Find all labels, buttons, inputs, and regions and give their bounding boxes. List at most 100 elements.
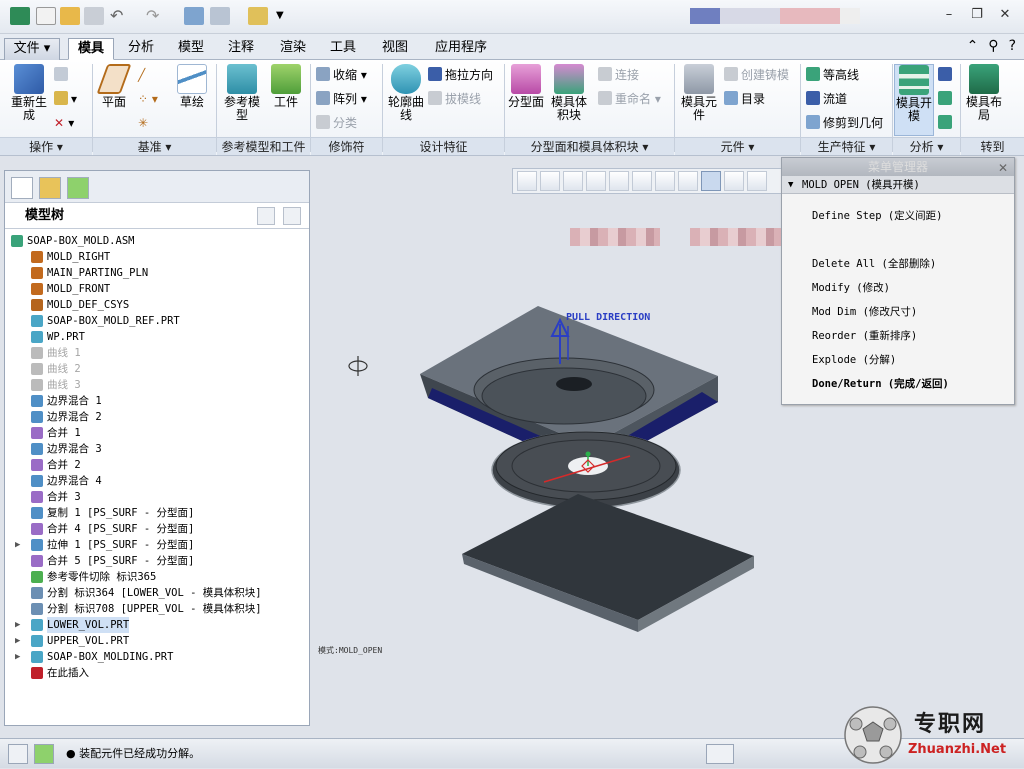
tree-node[interactable]: 合并 4 [PS_SURF - 分型面]	[5, 521, 309, 537]
regenerate-small-icon[interactable]	[184, 7, 204, 25]
tab-tools[interactable]: 工具	[320, 38, 366, 60]
analysis-tool-3[interactable]	[938, 114, 955, 132]
browser-toggle-icon[interactable]	[34, 744, 54, 764]
menu-item-explode[interactable]: Explode (分解)	[812, 352, 896, 367]
display-style-icon[interactable]	[609, 171, 629, 191]
tree-node[interactable]: 复制 1 [PS_SURF - 分型面]	[5, 505, 309, 521]
lower-mold-plate[interactable]	[462, 494, 754, 632]
tree-node[interactable]: ▶ LOWER_VOL.PRT	[5, 617, 309, 633]
point-button[interactable]: ⁘ ▾	[138, 90, 158, 108]
tree-node[interactable]: 边界混合 1	[5, 393, 309, 409]
tree-node[interactable]: 在此插入	[5, 665, 309, 681]
expand-arrow-icon[interactable]: ▶	[15, 633, 20, 649]
expand-arrow-icon[interactable]: ▶	[15, 537, 20, 553]
model-tree-tab-icon[interactable]	[11, 177, 33, 199]
menu-manager-header[interactable]: ▼ MOLD OPEN (模具开模)	[782, 176, 1014, 194]
plane-button[interactable]: 平面	[96, 64, 132, 109]
tree-node[interactable]: MOLD_RIGHT	[5, 249, 309, 265]
analysis-tool-1[interactable]	[938, 66, 955, 84]
pattern-button[interactable]: 阵列 ▾	[316, 90, 367, 108]
windows-icon[interactable]	[210, 7, 230, 25]
restore-icon[interactable]: ❐	[970, 8, 984, 22]
molded-part[interactable]	[491, 431, 681, 509]
tree-node[interactable]: 合并 3	[5, 489, 309, 505]
tree-node[interactable]: SOAP-BOX_MOLD.ASM	[5, 233, 309, 249]
mold-layout-button[interactable]: 模具布局	[964, 64, 1004, 122]
tree-node[interactable]: MAIN_PARTING_PLN	[5, 265, 309, 281]
zoom-out-icon[interactable]	[563, 171, 583, 191]
tree-node[interactable]: 合并 2	[5, 457, 309, 473]
drag-direction-button[interactable]: 拖拉方向	[428, 66, 493, 84]
tab-applications[interactable]: 应用程序	[424, 38, 498, 60]
runner-button[interactable]: 流道	[806, 90, 847, 108]
tree-node[interactable]: MOLD_FRONT	[5, 281, 309, 297]
tab-model[interactable]: 模型	[168, 38, 214, 60]
tree-node[interactable]: 参考零件切除 标识365	[5, 569, 309, 585]
tree-node[interactable]: 曲线 1	[5, 345, 309, 361]
folder-browser-tab-icon[interactable]	[39, 177, 61, 199]
tree-node[interactable]: ▶ SOAP-BOX_MOLDING.PRT	[5, 649, 309, 665]
datum-display-icon[interactable]	[678, 171, 698, 191]
search-icon[interactable]: ⚲	[988, 38, 998, 54]
tree-node[interactable]: 分割 标识708 [UPPER_VOL - 模具体积块]	[5, 601, 309, 617]
tree-node[interactable]: MOLD_DEF_CSYS	[5, 297, 309, 313]
create-casting-button[interactable]: 创建铸模	[724, 66, 789, 84]
appearance-icon[interactable]	[747, 171, 767, 191]
axis-button[interactable]: ╱	[138, 66, 145, 84]
group-components[interactable]: 元件 ▾	[675, 137, 800, 155]
tree-node[interactable]: SOAP-BOX_MOLD_REF.PRT	[5, 313, 309, 329]
tree-node[interactable]: 合并 5 [PS_SURF - 分型面]	[5, 553, 309, 569]
expand-arrow-icon[interactable]: ▶	[15, 649, 20, 665]
view-manager-icon[interactable]	[655, 171, 675, 191]
zoom-in-icon[interactable]	[540, 171, 560, 191]
menu-item-modify[interactable]: Modify (修改)	[812, 280, 890, 295]
tree-node[interactable]: 边界混合 2	[5, 409, 309, 425]
saved-views-icon[interactable]	[632, 171, 652, 191]
menu-item-mod-dim[interactable]: Mod Dim (修改尺寸)	[812, 304, 917, 319]
save-icon[interactable]	[84, 7, 104, 25]
group-datum[interactable]: 基准 ▾	[93, 137, 216, 155]
delete-button[interactable]: ✕ ▾	[54, 114, 74, 132]
tab-annotation[interactable]: 注释	[218, 38, 264, 60]
new-file-icon[interactable]	[36, 7, 56, 25]
paste-button[interactable]: ▾	[54, 90, 77, 108]
shrink-button[interactable]: 收缩 ▾	[316, 66, 367, 84]
rename-button[interactable]: 重命名 ▾	[598, 90, 661, 108]
annotation-display-icon[interactable]	[724, 171, 744, 191]
connect-button[interactable]: 连接	[598, 66, 639, 84]
tab-render[interactable]: 渲染	[270, 38, 316, 60]
favorites-tab-icon[interactable]	[67, 177, 89, 199]
mold-volume-button[interactable]: 模具体积块	[546, 64, 592, 122]
mold-component-button[interactable]: 模具元件	[678, 64, 720, 122]
selection-filter-icon[interactable]	[706, 744, 734, 764]
group-analysis[interactable]: 分析 ▾	[893, 137, 960, 155]
mold-open-button[interactable]: 模具开模	[894, 64, 934, 136]
sketch-button[interactable]: 草绘	[172, 64, 212, 109]
tree-toggle-icon[interactable]	[8, 744, 28, 764]
close-icon[interactable]: ✕	[998, 159, 1008, 177]
draft-line-button[interactable]: 拔模线	[428, 90, 481, 108]
customize-qa-icon[interactable]: ▼	[276, 7, 296, 25]
tree-node[interactable]: ▶ UPPER_VOL.PRT	[5, 633, 309, 649]
tree-node[interactable]: 边界混合 4	[5, 473, 309, 489]
close-window-icon[interactable]	[248, 7, 268, 25]
menu-item-reorder[interactable]: Reorder (重新排序)	[812, 328, 917, 343]
expand-arrow-icon[interactable]: ▶	[15, 617, 20, 633]
group-operations[interactable]: 操作 ▾	[0, 137, 92, 155]
tree-node[interactable]: WP.PRT	[5, 329, 309, 345]
tab-file[interactable]: 文件 ▾	[4, 38, 60, 60]
close-icon[interactable]: ✕	[998, 8, 1012, 22]
tab-analysis[interactable]: 分析	[118, 38, 164, 60]
menu-item-define-step[interactable]: Define Step (定义间距)	[812, 208, 943, 223]
tree-node[interactable]: 合并 1	[5, 425, 309, 441]
refit-icon[interactable]	[517, 171, 537, 191]
undo-icon[interactable]: ↶	[110, 7, 130, 25]
tree-settings-icon[interactable]	[257, 207, 275, 225]
silhouette-curve-button[interactable]: 轮廓曲线	[386, 64, 426, 122]
tree-node[interactable]: 边界混合 3	[5, 441, 309, 457]
menu-item-delete-all[interactable]: Delete All (全部删除)	[812, 256, 936, 271]
trim-to-geometry-button[interactable]: 修剪到几何	[806, 114, 883, 132]
help-icon[interactable]: ?	[1009, 38, 1016, 54]
copy-button[interactable]	[54, 66, 71, 84]
minimize-icon[interactable]: –	[942, 8, 956, 22]
